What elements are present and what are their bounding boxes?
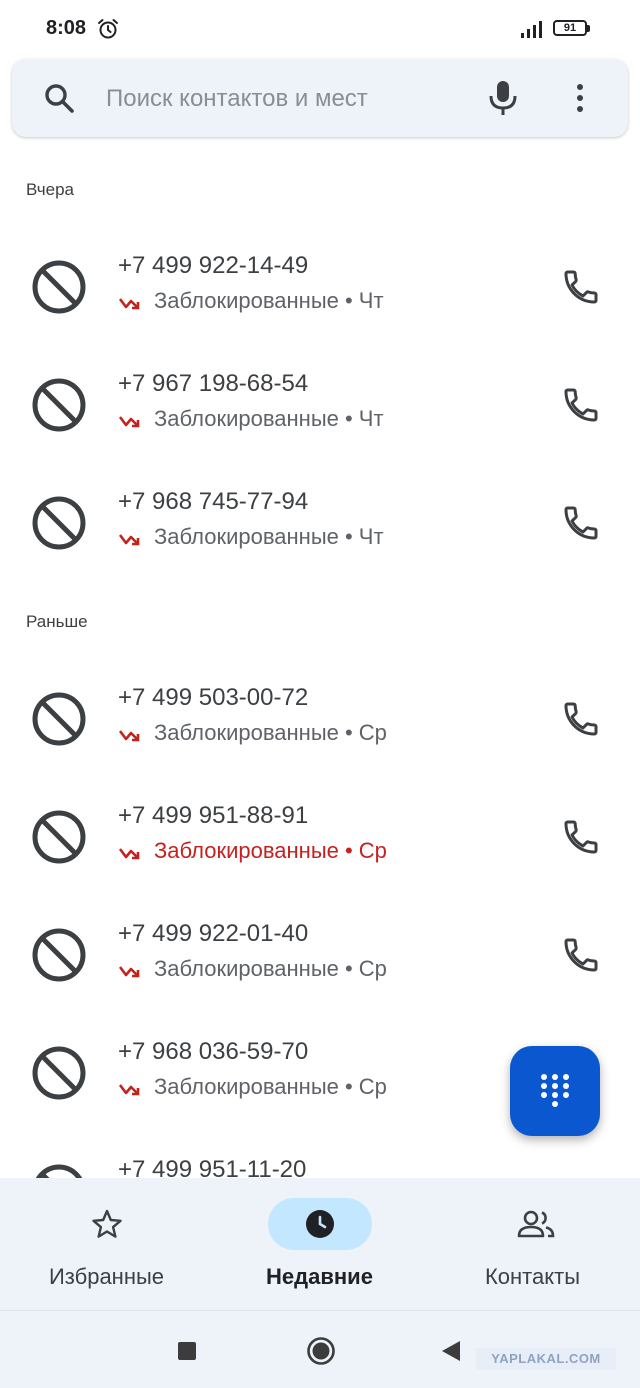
system-navigation-bar: YAPLAKAL.COM (0, 1310, 640, 1388)
dialpad-icon (541, 1074, 569, 1107)
call-number: +7 967 198-68-54 (118, 370, 309, 397)
tab-favorites[interactable]: Избранные (0, 1178, 213, 1310)
blocked-icon (32, 496, 86, 550)
battery-level: 91 (563, 22, 577, 34)
tab-recents-label: Недавние (266, 1264, 373, 1289)
tab-recents-indicator (267, 1198, 372, 1250)
phone-icon[interactable] (561, 935, 601, 975)
section-header-yesterday: Вчера (26, 180, 74, 199)
search-icon[interactable] (42, 81, 76, 115)
search-bar[interactable] (12, 59, 628, 137)
missed-call-icon (118, 730, 140, 742)
star-icon (91, 1209, 122, 1238)
call-number: +7 968 036-59-70 (118, 1038, 309, 1065)
home-button[interactable] (306, 1336, 336, 1366)
call-log-row[interactable]: +7 499 503-00-72 Заблокированные • Ср (0, 662, 640, 780)
blocked-icon (32, 810, 86, 864)
blocked-icon (32, 692, 86, 746)
back-button[interactable] (440, 1339, 462, 1363)
phone-icon[interactable] (561, 385, 601, 425)
status-bar: 8:08 91 (0, 0, 640, 58)
blocked-icon (32, 260, 86, 314)
call-number: +7 499 951-88-91 (118, 802, 309, 829)
status-time: 8:08 (46, 17, 87, 39)
call-status: Заблокированные • Ср (154, 1074, 387, 1099)
call-status: Заблокированные • Чт (154, 524, 384, 549)
missed-call-icon (118, 298, 140, 310)
call-number: +7 499 503-00-72 (118, 684, 309, 711)
call-log-row[interactable]: +7 499 951-88-91 Заблокированные • Ср (0, 780, 640, 898)
call-status: Заблокированные • Чт (154, 406, 384, 431)
blocked-icon (32, 928, 86, 982)
people-icon (517, 1210, 554, 1238)
tab-contacts-label: Контакты (484, 1264, 581, 1289)
call-number: +7 499 922-14-49 (118, 252, 309, 279)
recent-apps-button[interactable] (178, 1342, 196, 1360)
mic-icon[interactable] (486, 79, 520, 117)
watermark: YAPLAKAL.COM (476, 1348, 616, 1370)
missed-call-icon (118, 848, 140, 860)
section-header-earlier: Раньше (26, 612, 88, 631)
bottom-navigation: Избранные Недавние Контакты (0, 1178, 640, 1310)
phone-icon[interactable] (561, 699, 601, 739)
call-number: +7 968 745-77-94 (118, 488, 309, 515)
tab-contacts[interactable]: Контакты (426, 1178, 639, 1310)
phone-icon[interactable] (561, 817, 601, 857)
signal-icon (521, 21, 542, 38)
call-status: Заблокированные • Ср (154, 956, 387, 981)
missed-call-icon (118, 534, 140, 546)
battery-icon: 91 (553, 20, 593, 38)
phone-icon[interactable] (561, 267, 601, 307)
alarm-icon (98, 19, 118, 39)
missed-call-icon (118, 416, 140, 428)
call-log-row[interactable]: +7 499 922-14-49 Заблокированные • Чт (0, 230, 640, 348)
call-status: Заблокированные • Ср (154, 838, 387, 863)
call-log-row[interactable]: +7 499 922-01-40 Заблокированные • Ср (0, 898, 640, 1016)
tab-favorites-label: Избранные (48, 1264, 165, 1289)
call-log-row[interactable]: +7 968 745-77-94 Заблокированные • Чт (0, 466, 640, 584)
missed-call-icon (118, 1084, 140, 1096)
call-number: +7 499 922-01-40 (118, 920, 309, 947)
blocked-icon (32, 1046, 86, 1100)
clock-icon (305, 1210, 334, 1238)
dialpad-button[interactable] (510, 1046, 600, 1136)
more-vert-icon[interactable] (568, 79, 592, 117)
call-status: Заблокированные • Чт (154, 288, 384, 313)
call-status: Заблокированные • Ср (154, 720, 387, 745)
blocked-icon (32, 378, 86, 432)
tab-recents[interactable]: Недавние (213, 1178, 426, 1310)
missed-call-icon (118, 966, 140, 978)
phone-icon[interactable] (561, 503, 601, 543)
call-log-row[interactable]: +7 967 198-68-54 Заблокированные • Чт (0, 348, 640, 466)
search-input[interactable] (104, 81, 468, 117)
